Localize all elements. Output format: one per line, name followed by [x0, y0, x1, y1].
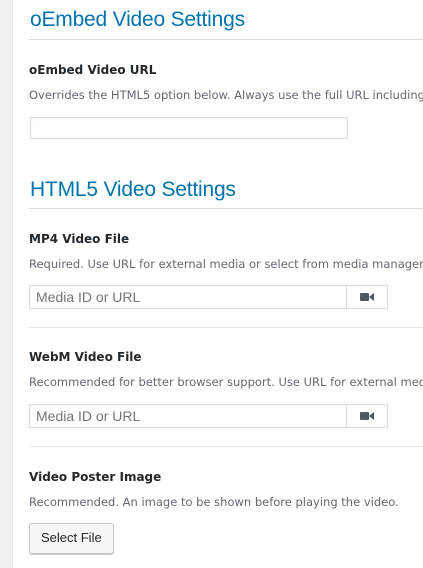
video-camera-icon: [360, 293, 374, 301]
oembed-section-divider: [29, 39, 423, 40]
oembed-url-input[interactable]: [30, 117, 348, 139]
oembed-url-description: Overrides the HTML5 option below. Always…: [29, 88, 423, 102]
mp4-select-media-button[interactable]: [346, 286, 387, 308]
oembed-url-label: oEmbed Video URL: [29, 63, 157, 77]
webm-video-label: WebM Video File: [29, 350, 142, 364]
webm-media-field: [29, 404, 388, 428]
poster-image-description: Recommended. An image to be shown before…: [29, 495, 399, 509]
webm-media-input[interactable]: [30, 405, 346, 427]
settings-panel: oEmbed Video Settings oEmbed Video URL O…: [12, 0, 423, 568]
webm-select-media-button[interactable]: [346, 405, 387, 427]
html5-section-title: HTML5 Video Settings: [30, 178, 236, 201]
mp4-description-text: Required. Use URL for external media or …: [29, 257, 423, 271]
mp4-media-field: [29, 285, 388, 309]
video-camera-icon: [360, 412, 374, 420]
html5-section-divider: [29, 208, 423, 209]
webm-video-description: Recommended for better browser support. …: [29, 375, 423, 389]
mp4-media-input[interactable]: [30, 286, 346, 308]
webm-row-divider: [29, 446, 423, 447]
oembed-section-title: oEmbed Video Settings: [30, 8, 245, 31]
select-file-button[interactable]: Select File: [29, 523, 114, 554]
mp4-row-divider: [29, 327, 423, 328]
poster-image-label: Video Poster Image: [29, 470, 162, 484]
mp4-video-label: MP4 Video File: [29, 232, 130, 246]
mp4-video-description: Required. Use URL for external media or …: [29, 257, 423, 271]
